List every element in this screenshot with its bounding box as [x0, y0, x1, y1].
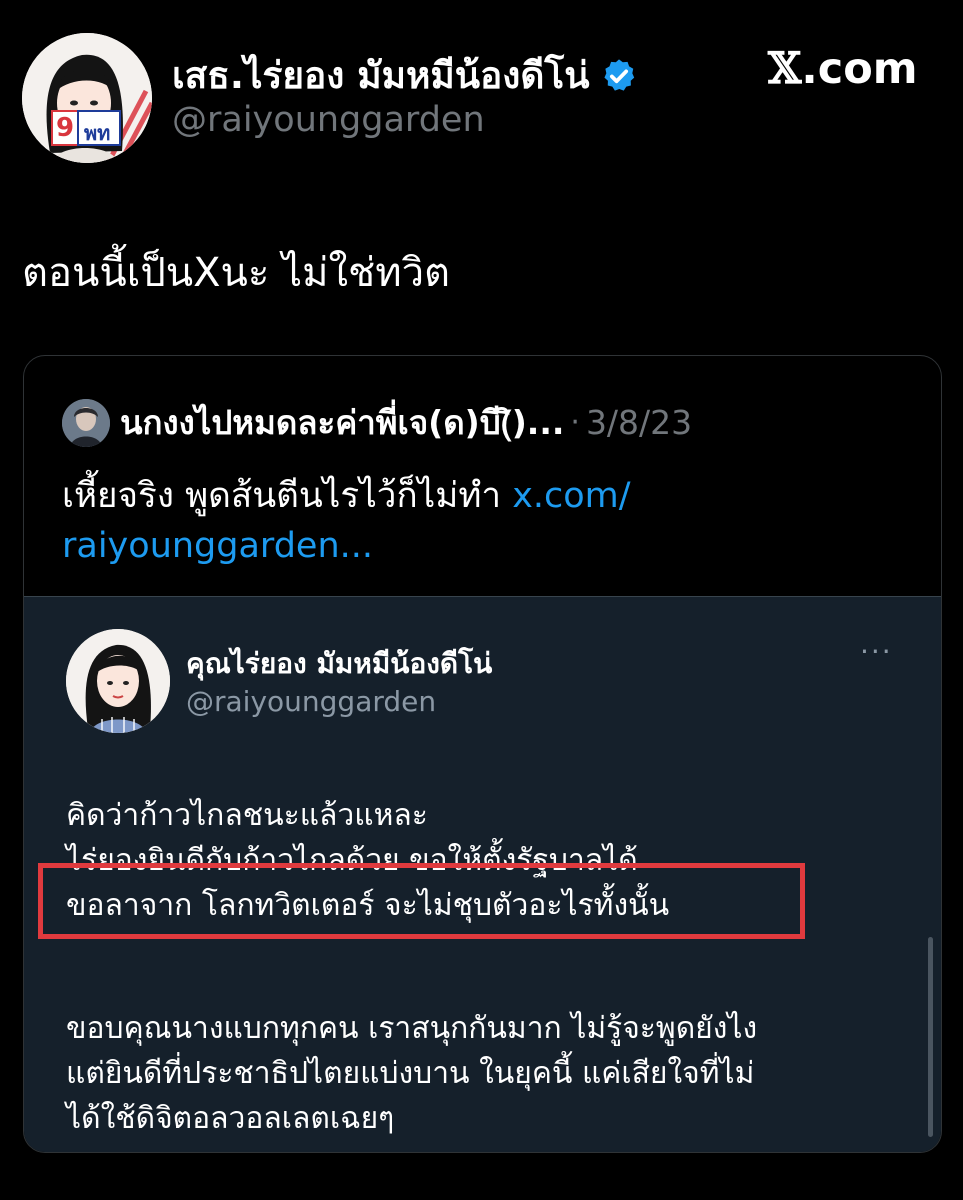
quoted-media-screenshot[interactable]: คุณไร่ยอง มัมหมีน้องดีโน่ @raiyounggarde… — [24, 596, 941, 1152]
avatar-badge-text: พท — [84, 121, 111, 145]
brand-domain: .com — [801, 44, 918, 94]
red-highlight-box — [38, 863, 805, 939]
verified-badge-icon — [603, 58, 634, 91]
screenshot-author-handle: @raiyounggarden — [186, 685, 437, 718]
quote-separator: · — [570, 405, 580, 440]
quote-tweet-card[interactable]: นกงงไปหมดละค่าพี่เจ(ด)บี(ิ)... · 3/8/23 … — [23, 355, 942, 1153]
quote-link-part2[interactable]: raiyounggarden... — [62, 526, 373, 566]
author-name[interactable]: เสธ.ไร่ยอง มัมหมีน้องดีโน่ — [172, 46, 638, 105]
quote-body: เหี้ยจริง พูดส้นตีนไรไว้ก็ไม่ทำ — [62, 476, 513, 516]
author-display-name[interactable]: เสธ.ไร่ยอง มัมหมีน้องดีโน่ — [172, 46, 590, 105]
x-logo-icon: 𝕏 — [768, 44, 802, 94]
quote-date[interactable]: 3/8/23 — [586, 403, 692, 442]
author-handle[interactable]: @raiyounggarden — [172, 100, 485, 140]
quote-author-name[interactable]: นกงงไปหมดละค่าพี่เจ(ด)บี(ิ)... — [120, 396, 564, 449]
screenshot-line-4: ขอบคุณนางแบกทุกคน เราสนุกกันมาก ไม่รู้จะ… — [66, 1011, 758, 1046]
screenshot-avatar — [66, 629, 170, 733]
quote-link-part1[interactable]: x.com/ — [512, 476, 630, 516]
screenshot-scrollbar — [928, 937, 933, 1137]
screenshot-line-5: แต่ยินดีที่ประชาธิปไตยแบ่งบาน ในยุคนี้ แ… — [66, 1056, 755, 1091]
tweet-text: ตอนนี้เป็นXนะ ไม่ใช่ทวิต — [22, 250, 451, 296]
screenshot-line-6: ได้ใช้ดิจิตอลวอลเลตเฉยๆ — [66, 1101, 395, 1136]
author-avatar[interactable]: 9 พท — [22, 33, 152, 163]
quote-author-avatar[interactable] — [62, 398, 110, 447]
more-options-icon: ··· — [860, 635, 893, 668]
x-com-watermark: 𝕏 .com — [768, 44, 918, 94]
screenshot-line-1: คิดว่าก้าวไกลชนะแล้วแหละ — [66, 798, 428, 833]
avatar-badge-number: 9 — [56, 113, 75, 143]
quote-header: นกงงไปหมดละค่าพี่เจ(ด)บี(ิ)... · 3/8/23 — [62, 396, 692, 449]
screenshot-author-name: คุณไร่ยอง มัมหมีน้องดีโน่ — [186, 647, 493, 680]
quote-text: เหี้ยจริง พูดส้นตีนไรไว้ก็ไม่ทำ x.com/ra… — [62, 471, 922, 571]
